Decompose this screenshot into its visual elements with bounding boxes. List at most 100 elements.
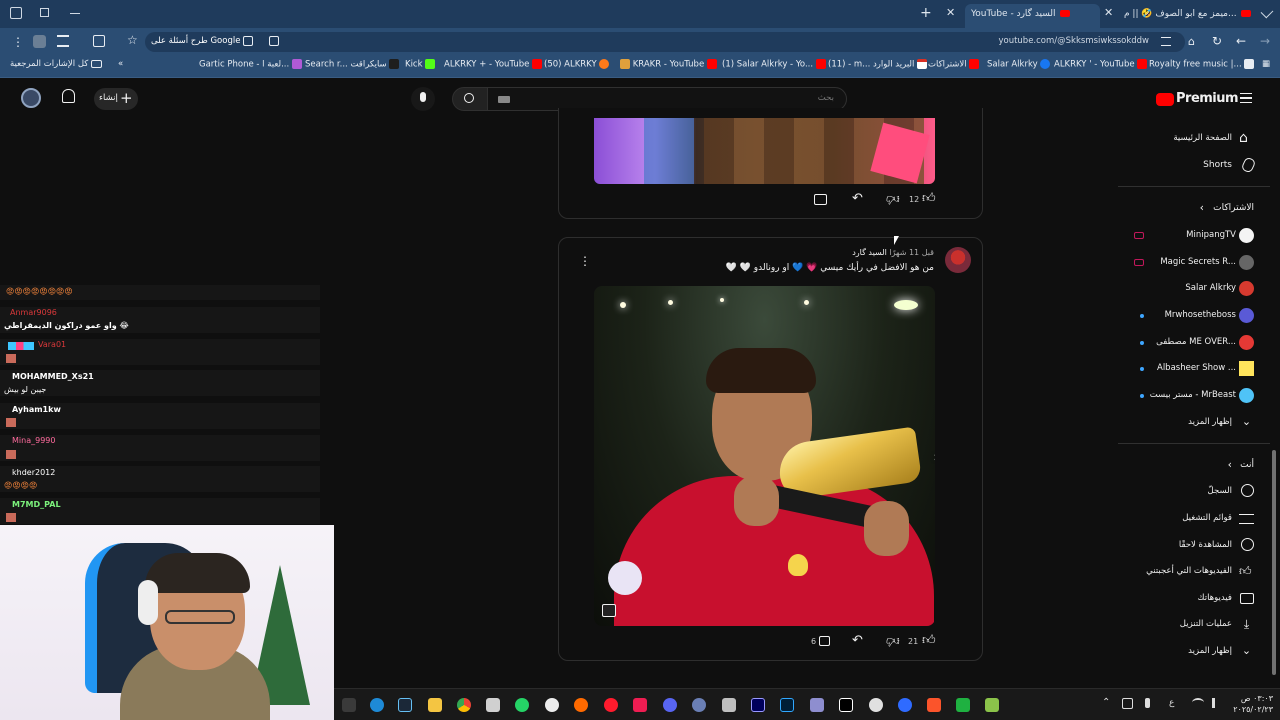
obs-icon[interactable]: [692, 698, 706, 712]
ask-google-chip[interactable]: طرح أسئلة على Google: [151, 36, 240, 46]
steam-icon[interactable]: [398, 698, 412, 712]
search-button[interactable]: [452, 87, 488, 111]
you-header[interactable]: أنت ‹: [1120, 454, 1270, 478]
bookmark-subscriptions[interactable]: الاشتراكات: [928, 59, 980, 70]
close-tab-icon[interactable]: ✕: [946, 6, 955, 19]
app-green-icon[interactable]: [956, 698, 970, 712]
like-icon[interactable]: 👍︎: [922, 191, 936, 206]
search-taskbar-icon[interactable]: [342, 698, 356, 712]
bookmark-royalty-music[interactable]: Royalty free music |...: [1149, 59, 1255, 70]
post-author[interactable]: السيد گارد: [852, 248, 887, 257]
dislike-icon[interactable]: 👍︎: [886, 633, 900, 648]
post-menu-icon[interactable]: ⋮: [579, 254, 591, 268]
capcut-icon[interactable]: [839, 698, 853, 712]
sidebar-item-shorts[interactable]: Shorts: [1120, 154, 1270, 178]
premiere-icon[interactable]: [751, 698, 765, 712]
settings-gear-icon[interactable]: [869, 698, 883, 712]
whatsapp-icon[interactable]: [515, 698, 529, 712]
brave-shield-icon[interactable]: [927, 698, 941, 712]
brave-icon[interactable]: [574, 698, 588, 712]
kebab-menu-icon[interactable]: ⋮: [12, 35, 24, 49]
clock-date[interactable]: ٠٣:٠٣ ص ٢٠٢٥/٠٢/٢٣: [1229, 693, 1273, 715]
like-icon[interactable]: 👍︎: [922, 633, 936, 648]
address-bar[interactable]: ☆ طرح أسئلة على Google youtube.com/@Skks…: [127, 32, 1185, 52]
bookmark-kick[interactable]: Kick: [405, 59, 436, 70]
volume-icon[interactable]: [1212, 698, 1222, 708]
chatgpt-icon[interactable]: [545, 698, 559, 712]
new-tab-button[interactable]: +: [920, 5, 932, 21]
forward-arrow-icon[interactable]: →: [1260, 34, 1270, 48]
lens-icon[interactable]: [243, 36, 253, 46]
back-arrow-icon[interactable]: ←: [1236, 34, 1246, 48]
tab-memes-abu-alsof[interactable]: ميمز مع ابو الصوف 🤣 || م...: [1118, 4, 1253, 28]
reading-list-icon[interactable]: [57, 35, 69, 47]
bookmarks-overflow-icon[interactable]: «: [118, 59, 123, 69]
dislike-icon[interactable]: 👍︎: [886, 191, 900, 206]
extension-icon[interactable]: [33, 35, 46, 48]
snipping-tool-icon[interactable]: [486, 698, 500, 712]
edge-icon[interactable]: [370, 698, 384, 712]
sidebar-item-history[interactable]: السجلّ: [1120, 480, 1270, 504]
subscription-magic-secrets[interactable]: Magic Secrets R...: [1120, 251, 1270, 275]
bookmark-search[interactable]: Search r... سايكراقت: [305, 59, 400, 70]
photoshop-icon[interactable]: [780, 698, 794, 712]
sidebar-item-home[interactable]: الصفحة الرئيسية ⌂: [1120, 127, 1270, 151]
tiktok-icon[interactable]: [633, 698, 647, 712]
chrome-icon[interactable]: [457, 698, 471, 712]
window-menu-icon[interactable]: [10, 7, 22, 19]
home-icon[interactable]: ⌂: [1188, 35, 1195, 48]
comment-icon[interactable]: [819, 636, 830, 646]
tab-youtube-sayed-gard[interactable]: YouTube - السيد گارد: [965, 4, 1100, 28]
discord-icon[interactable]: [663, 698, 677, 712]
subscription-mrbeast[interactable]: مستر بيست - MrBeast: [1120, 384, 1270, 408]
post-image[interactable]: [594, 118, 935, 184]
extensions-puzzle-icon[interactable]: [93, 35, 105, 47]
share-icon[interactable]: ↶: [852, 633, 863, 648]
bookmark-salar-youtube[interactable]: (1) Salar Alkrky - Yo...: [722, 59, 826, 70]
opera-icon[interactable]: [604, 698, 618, 712]
share-icon[interactable]: [269, 36, 279, 46]
controller-icon[interactable]: [810, 698, 824, 712]
notifications-bell-icon[interactable]: [62, 89, 75, 103]
account-avatar[interactable]: [21, 88, 41, 108]
restore-window-icon[interactable]: [40, 8, 49, 17]
tray-chevron-icon[interactable]: ⌃: [1102, 697, 1110, 708]
subscription-minipangtv[interactable]: MinipangTV: [1120, 224, 1270, 248]
show-more-subscriptions[interactable]: إظهار المزيد ⌄: [1120, 411, 1270, 435]
sidebar-item-liked-videos[interactable]: الفيديوهات التي أعجبتني 👍︎: [1120, 560, 1270, 584]
subscription-mrwhosetheboss[interactable]: Mrwhosetheboss: [1120, 304, 1270, 328]
bookmark-gmail[interactable]: (11) - m... البريد الوارد: [828, 59, 928, 70]
bookmark-alkrky-50[interactable]: (50) ALKRKY: [544, 59, 610, 70]
create-button[interactable]: إنشاء +: [94, 88, 138, 110]
app-icon[interactable]: [722, 698, 736, 712]
wifi-icon[interactable]: [1192, 698, 1204, 707]
comment-icon[interactable]: [814, 194, 827, 205]
sidebar-item-watch-later[interactable]: المشاهدة لاحقًا: [1120, 534, 1270, 558]
tray-app-icon[interactable]: [1122, 698, 1133, 709]
app-cube-icon[interactable]: [985, 698, 999, 712]
url-text[interactable]: youtube.com/@Skksmsiwkssokddw: [998, 36, 1149, 46]
bookmark-star-icon[interactable]: ☆: [127, 33, 138, 47]
keyboard-icon[interactable]: [498, 96, 510, 103]
hamburger-menu-icon[interactable]: [1240, 93, 1252, 103]
subscriptions-header[interactable]: الاشتراكات ‹: [1120, 197, 1270, 221]
bookmark-krakr[interactable]: KRAKR - YouTube: [620, 59, 717, 70]
post-image[interactable]: ›: [594, 286, 935, 626]
sidebar-item-downloads[interactable]: عمليات التنزيل ⤓: [1120, 613, 1270, 637]
app-blue-icon[interactable]: [898, 698, 912, 712]
bookmark-gartic[interactable]: Gartic Phone - لعبة ا...: [199, 59, 302, 70]
minimize-window-icon[interactable]: [70, 13, 80, 14]
show-more-you[interactable]: إظهار المزيد ⌄: [1120, 640, 1270, 664]
bookmark-salar-facebook[interactable]: Salar Alkrky: [987, 59, 1051, 70]
site-settings-icon[interactable]: [1161, 37, 1171, 46]
channel-avatar[interactable]: [945, 247, 971, 273]
subscription-salar-alkrky[interactable]: Salar Alkrky: [1120, 277, 1270, 301]
subscription-me-over[interactable]: مصطفى ME OVER...: [1120, 331, 1270, 355]
share-icon[interactable]: ↶: [852, 191, 863, 206]
sidebar-scrollbar[interactable]: [1272, 450, 1276, 675]
subscription-albasheer-show[interactable]: Albasheer Show ...: [1120, 357, 1270, 381]
bookmark-alkrky-plus[interactable]: ALKRKY + - YouTube: [444, 59, 543, 70]
sidebar-item-playlists[interactable]: قوائم التشغيل: [1120, 507, 1270, 531]
all-bookmarks-folder[interactable]: كل الإشارات المرجعية: [10, 59, 103, 69]
sidebar-item-your-videos[interactable]: فيديوهاتك: [1120, 587, 1270, 611]
